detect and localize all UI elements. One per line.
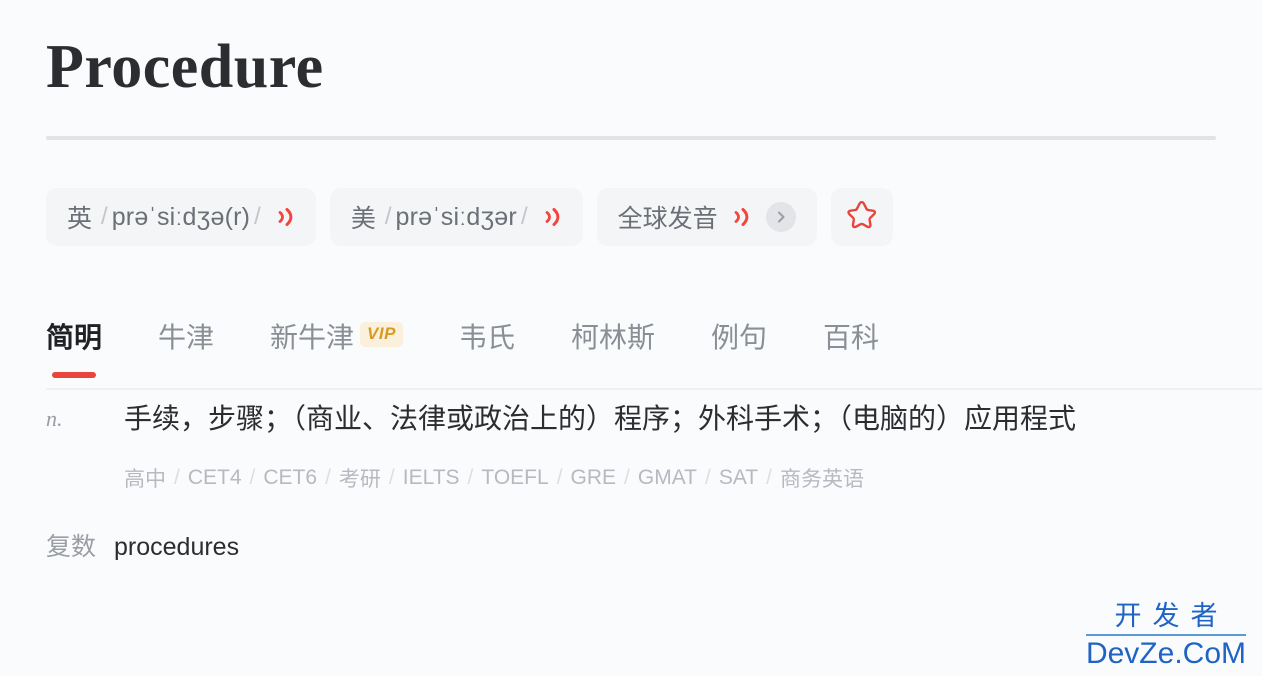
ipa-text-american: prəˈsiːdʒər <box>395 202 517 231</box>
tabs-divider <box>46 388 1262 390</box>
ipa-text-british: prəˈsiːdʒə(r) <box>111 202 251 231</box>
tab-label: 韦氏 <box>458 322 515 353</box>
tab-niujin[interactable]: 牛津 <box>158 316 214 362</box>
ipa-slash-close-british: / <box>254 203 261 230</box>
ipa-slash-open-american: / <box>384 203 392 230</box>
favorite-button[interactable] <box>830 188 893 246</box>
inflection-value[interactable]: procedures <box>114 533 239 562</box>
title-divider <box>46 136 1216 140</box>
exam-tag-separator: / <box>556 466 563 490</box>
tab-label: 例句 <box>710 322 767 353</box>
exam-tag[interactable]: 考研 <box>339 463 381 493</box>
watermark-en: DevZe.CoM <box>1085 637 1246 670</box>
exam-tag[interactable]: GRE <box>571 466 617 490</box>
exam-tag-separator: / <box>766 466 772 490</box>
exam-tag[interactable]: TOEFL <box>481 466 548 490</box>
speaker-icon[interactable] <box>542 206 562 228</box>
speaker-icon[interactable] <box>731 206 751 228</box>
exam-tag-list: 高中 / CET4 / CET6 / 考研 / IELTS / TOEFL / GRE / GMAT / SAT… <box>124 463 1216 493</box>
tab-kelinsi[interactable]: 柯林斯 <box>571 316 655 362</box>
watermark-rule <box>1085 634 1246 636</box>
watermark-cn: 开发者 <box>1114 601 1229 632</box>
exam-tag[interactable]: GMAT <box>638 466 697 490</box>
pronunciation-row: 英 / prəˈsiːdʒə(r) / 美 / prəˈsiːdʒər / 全球… <box>46 188 1216 246</box>
tab-label: 柯林斯 <box>570 322 655 353</box>
tab-xinniujin[interactable]: 新牛津 VIP <box>270 316 403 362</box>
pronunciation-chip-british[interactable]: 英 / prəˈsiːdʒə(r) / <box>46 188 316 246</box>
definition-text: 手续，步骤；（商业、法律或政治上的）程序；外科手术；（电脑的）应用程式 <box>124 403 1077 434</box>
exam-tag[interactable]: CET6 <box>263 466 317 490</box>
sense-block: n. 手续，步骤；（商业、法律或政治上的）程序；外科手术；（电脑的）应用程式 高… <box>46 396 1216 493</box>
exam-tag-separator: / <box>705 466 711 490</box>
tab-liju[interactable]: 例句 <box>711 316 767 362</box>
exam-tag-separator: / <box>174 466 180 490</box>
chevron-right-icon[interactable] <box>765 202 796 232</box>
tab-label: 新牛津 <box>270 322 355 353</box>
tab-label: 百科 <box>823 322 880 353</box>
inflection-row: 复数 procedures <box>46 527 1216 563</box>
tab-label: 牛津 <box>158 322 215 353</box>
global-pronunciation-chip[interactable]: 全球发音 <box>596 188 817 246</box>
exam-tag-separator: / <box>467 466 474 490</box>
speaker-icon[interactable] <box>275 206 295 228</box>
active-tab-indicator <box>52 372 97 378</box>
site-watermark: 开发者 DevZe.CoM <box>1085 601 1246 670</box>
inflection-label: 复数 <box>46 533 97 562</box>
pronunciation-lang-label-british: 英 <box>67 205 93 233</box>
dictionary-source-tabs: 简明 牛津 新牛津 VIP 韦氏 柯林斯 例句 百科 <box>46 306 1216 378</box>
exam-tag-separator: / <box>624 466 630 490</box>
ipa-slash-open-british: / <box>101 203 108 230</box>
star-icon <box>845 198 879 236</box>
exam-tag[interactable]: 高中 <box>124 463 166 493</box>
part-of-speech: n. <box>46 406 63 431</box>
exam-tag[interactable]: IELTS <box>403 466 460 490</box>
dictionary-entry-page: Procedure 英 / prəˈsiːdʒə(r) / 美 / prəˈsi… <box>0 0 1262 378</box>
tab-baike[interactable]: 百科 <box>823 316 879 362</box>
pronunciation-lang-label-american: 美 <box>350 205 376 233</box>
pronunciation-chip-american[interactable]: 美 / prəˈsiːdʒər / <box>329 188 583 246</box>
exam-tag[interactable]: SAT <box>719 466 758 490</box>
exam-tag[interactable]: 商务英语 <box>780 463 864 493</box>
tab-weishi[interactable]: 韦氏 <box>459 316 515 362</box>
exam-tag-separator: / <box>249 466 256 490</box>
exam-tag[interactable]: CET4 <box>188 466 242 490</box>
ipa-slash-close-american: / <box>520 203 528 230</box>
exam-tag-separator: / <box>325 466 331 490</box>
vip-badge: VIP <box>360 321 403 347</box>
exam-tag-separator: / <box>388 466 395 490</box>
tab-jianming[interactable]: 简明 <box>46 316 103 378</box>
tab-label: 简明 <box>46 322 103 353</box>
page-title: Procedure <box>46 33 324 101</box>
global-pronunciation-label: 全球发音 <box>617 205 718 233</box>
